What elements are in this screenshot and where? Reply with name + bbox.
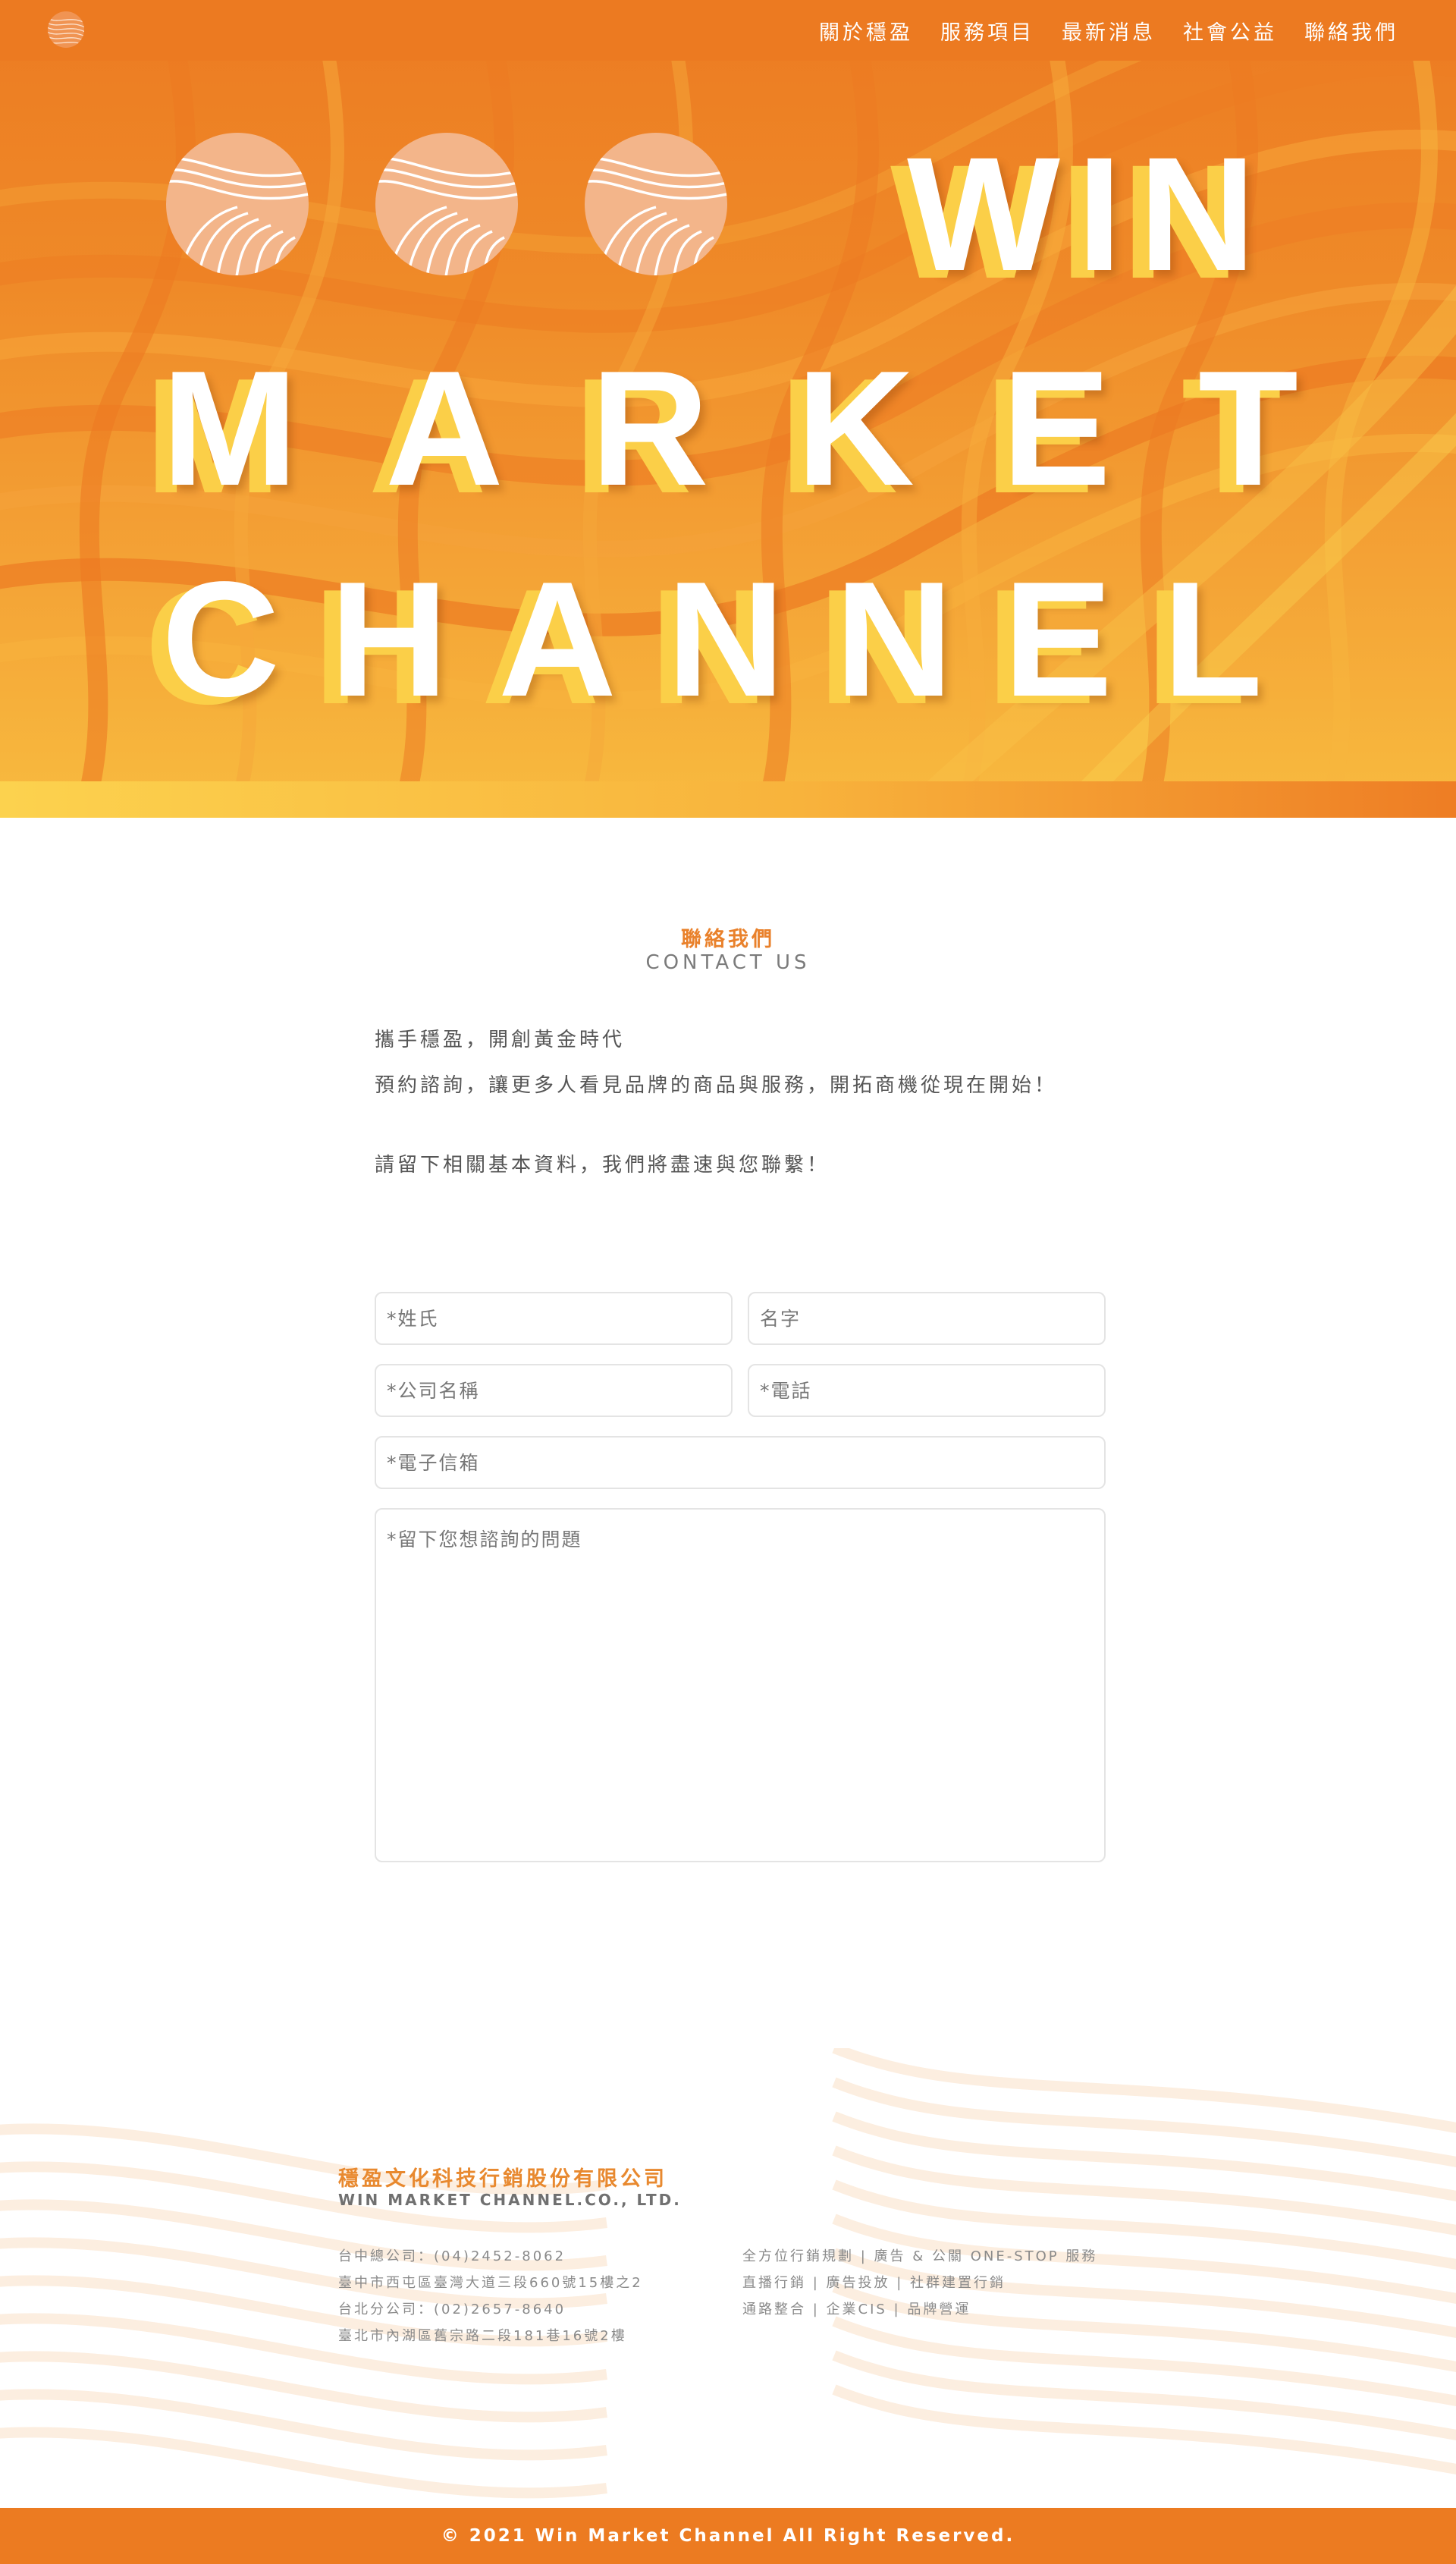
footer-service-line: 全方位行銷規劃 | 廣告 & 公關 ONE-STOP 服務 — [742, 2248, 1098, 2264]
phone-field[interactable] — [748, 1364, 1106, 1417]
wave-sphere-icon — [375, 133, 518, 275]
footer-service-line: 直播行銷 | 廣告投放 | 社群建置行銷 — [742, 2275, 1006, 2291]
hero-title-channel: CHANNEL — [162, 547, 1313, 731]
footer-address-line: 臺中市西屯區臺灣大道三段660號15樓之2 — [338, 2275, 643, 2291]
footer-address-line: 台北分公司：(02)2657-8640 — [338, 2302, 566, 2317]
footer-address-line: 台中總公司：(04)2452-8062 — [338, 2248, 566, 2264]
hero-bottom-band — [0, 781, 1456, 818]
footer-address-line: 臺北市內湖區舊宗路二段181巷16號2樓 — [338, 2328, 627, 2344]
message-field[interactable] — [375, 1508, 1106, 1862]
footer-company-name: 穩盈文化科技行銷股份有限公司 — [338, 2167, 667, 2191]
company-name-field[interactable] — [375, 1364, 733, 1417]
wave-sphere-icon — [585, 133, 727, 275]
hero-title-win: WIN — [907, 124, 1272, 305]
hero-title-market: MARKET — [162, 336, 1385, 520]
contact-subtitle: CONTACT US — [645, 951, 811, 974]
nav-item-contact[interactable]: 聯絡我們 — [1304, 16, 1398, 46]
contact-title: 聯絡我們 — [681, 928, 775, 951]
nav-item-about[interactable]: 關於穩盈 — [819, 16, 913, 46]
footer-wave-pattern — [0, 2048, 1456, 2499]
top-navigation-bar: 關於穩盈 服務項目 最新消息 社會公益 聯絡我們 — [0, 0, 1456, 61]
first-name-field[interactable] — [748, 1292, 1106, 1345]
copyright-text: © 2021 Win Market Channel All Right Rese… — [441, 2526, 1015, 2546]
wave-sphere-logo-icon[interactable] — [47, 11, 85, 49]
contact-intro-line: 攜手穩盈，開創黃金時代 — [375, 1029, 626, 1051]
copyright-bar: © 2021 Win Market Channel All Right Rese… — [0, 2508, 1456, 2564]
contact-intro-line: 請留下相關基本資料，我們將盡速與您聯繫！ — [375, 1154, 830, 1177]
nav-item-charity[interactable]: 社會公益 — [1183, 16, 1277, 46]
wave-sphere-icon — [166, 133, 309, 275]
footer-company-name-en: WIN MARKET CHANNEL.CO., LTD. — [338, 2191, 682, 2209]
email-field[interactable] — [375, 1436, 1106, 1489]
hero-banner: 關於穩盈 服務項目 最新消息 社會公益 聯絡我們 WIN MARKET CHAN… — [0, 0, 1456, 818]
footer-service-line: 通路整合 | 企業CIS | 品牌營運 — [742, 2302, 971, 2317]
main-nav: 關於穩盈 服務項目 最新消息 社會公益 聯絡我們 — [819, 0, 1398, 61]
nav-item-services[interactable]: 服務項目 — [940, 16, 1034, 46]
contact-intro-line: 預約諮詢，讓更多人看見品牌的商品與服務，開拓商機從現在開始！ — [375, 1074, 1058, 1097]
last-name-field[interactable] — [375, 1292, 733, 1345]
nav-item-news[interactable]: 最新消息 — [1062, 16, 1156, 46]
